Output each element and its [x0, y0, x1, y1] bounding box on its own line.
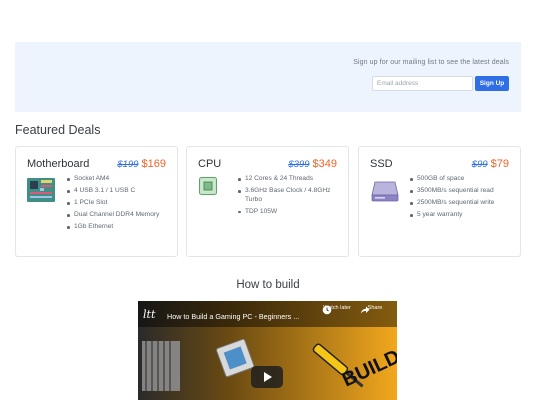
- spec-item: TDP 105W: [235, 208, 343, 217]
- deal-card-motherboard[interactable]: Motherboard $199 $169 Socket AM4 4 USB 3.…: [15, 146, 178, 257]
- channel-logo[interactable]: ltt: [143, 308, 161, 322]
- deal-card-ssd[interactable]: SSD $99 $79 500GB of space 3500MB/s seque…: [358, 146, 521, 257]
- spec-item: 2500MB/s sequential write: [407, 199, 515, 208]
- email-field[interactable]: [372, 76, 473, 91]
- cpu-icon: [199, 177, 217, 195]
- spec-list: Socket AM4 4 USB 3.1 / 1 USB C 1 PCIe Sl…: [64, 175, 172, 235]
- sale-price: $169: [141, 158, 166, 170]
- spec-item: 5 year warranty: [407, 211, 515, 220]
- video-title[interactable]: How to Build a Gaming PC - Beginners ...: [167, 312, 299, 321]
- newsletter-banner: Sign up for our mailing list to see the …: [15, 42, 521, 112]
- featured-deals-title: Featured Deals: [15, 123, 101, 137]
- spec-item: Socket AM4: [64, 175, 172, 184]
- price: $99 $79: [472, 158, 509, 170]
- sale-price: $349: [312, 158, 337, 170]
- price: $199 $169: [117, 158, 166, 170]
- product-name: SSD: [370, 158, 393, 170]
- video-embed[interactable]: BUILD ltt How to Build a Gaming PC - Beg…: [138, 301, 397, 400]
- product-name: Motherboard: [27, 158, 90, 170]
- spec-item: 4 USB 3.1 / 1 USB C: [64, 187, 172, 196]
- spec-item: Dual Channel DDR4 Memory: [64, 211, 172, 220]
- spec-item: 1Gb Ethernet: [64, 223, 172, 232]
- spec-item: 3.6GHz Base Clock / 4.8GHz Turbo: [235, 187, 343, 204]
- old-price: $99: [471, 159, 488, 170]
- spec-list: 12 Cores & 24 Threads 3.6GHz Base Clock …: [235, 175, 343, 220]
- old-price: $199: [117, 159, 139, 170]
- ssd-icon: [371, 181, 399, 202]
- spec-list: 500GB of space 3500MB/s sequential read …: [407, 175, 515, 223]
- motherboard-icon: [27, 178, 55, 202]
- how-to-build-title: How to build: [236, 279, 300, 291]
- spec-item: 1 PCIe Slot: [64, 199, 172, 208]
- deal-card-cpu[interactable]: CPU $399 $349 12 Cores & 24 Threads 3.6GH…: [186, 146, 349, 257]
- play-button[interactable]: [251, 366, 283, 388]
- watch-later-button[interactable]: Watch later: [322, 305, 352, 315]
- product-name: CPU: [198, 158, 222, 170]
- share-icon: [360, 306, 370, 314]
- newsletter-text: Sign up for our mailing list to see the …: [353, 59, 509, 66]
- share-button[interactable]: Share: [360, 305, 390, 314]
- old-price: $399: [288, 159, 310, 170]
- price: $399 $349: [288, 158, 337, 170]
- clock-icon: [322, 305, 332, 315]
- spec-item: 500GB of space: [407, 175, 515, 184]
- spec-item: 3500MB/s sequential read: [407, 187, 515, 196]
- sale-price: $79: [490, 158, 509, 170]
- sign-up-button[interactable]: Sign Up: [475, 76, 509, 91]
- spec-item: 12 Cores & 24 Threads: [235, 175, 343, 184]
